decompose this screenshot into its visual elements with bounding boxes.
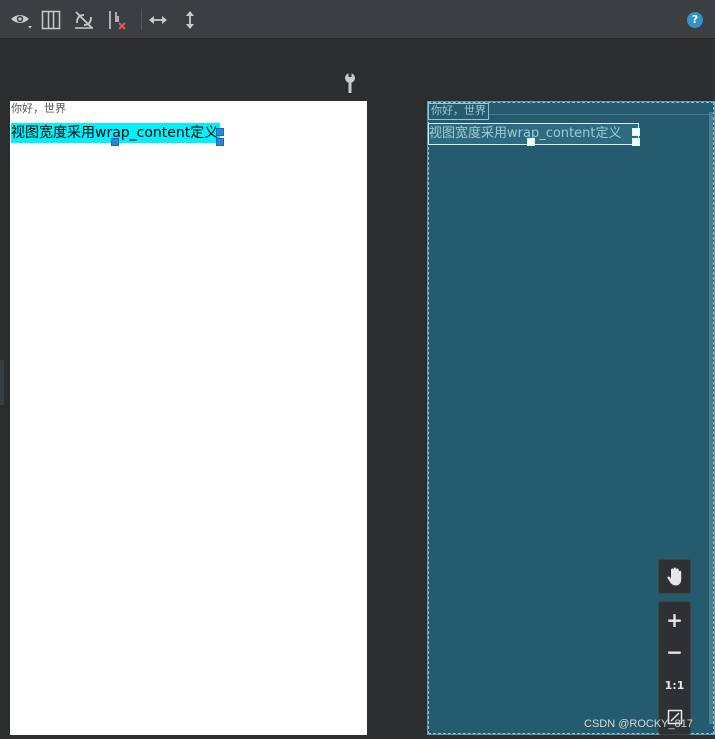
resize-handle-right[interactable] xyxy=(216,128,224,136)
design-surface[interactable]: 你好，世界 视图宽度采用wrap_content定义 xyxy=(10,101,367,735)
blueprint-resize-handle-right[interactable] xyxy=(632,128,640,136)
expand-horizontal-icon[interactable] xyxy=(146,8,170,32)
hand-icon xyxy=(666,567,681,585)
resize-handle-bottom[interactable] xyxy=(111,138,119,146)
hide-constraints-icon[interactable] xyxy=(72,8,96,32)
blueprint-guide-line xyxy=(488,114,715,115)
hello-world-textview[interactable]: 你好，世界 xyxy=(11,101,66,117)
blueprint-scrollbar[interactable] xyxy=(709,112,713,724)
eye-icon[interactable] xyxy=(9,8,33,32)
watermark: CSDN @ROCKY_817 xyxy=(584,718,693,730)
pan-button[interactable] xyxy=(658,559,691,594)
help-icon[interactable]: ? xyxy=(687,12,703,28)
blueprint-hello-world-textview[interactable]: 你好，世界 xyxy=(428,103,489,120)
blueprint-resize-handle-bottom[interactable] xyxy=(527,138,535,146)
blueprint-columns-icon[interactable] xyxy=(39,8,63,32)
zoom-out-button[interactable]: − xyxy=(659,637,690,667)
wrench-icon[interactable] xyxy=(342,72,358,94)
blueprint-resize-handle-bottom-right[interactable] xyxy=(632,138,640,146)
toolbar-separator xyxy=(141,9,142,30)
left-panel-edge[interactable] xyxy=(0,360,4,405)
actual-size-button[interactable]: 1:1 xyxy=(659,670,690,700)
layout-editor-toolbar: ? xyxy=(0,0,715,39)
zoom-in-button[interactable]: + xyxy=(659,605,690,635)
resize-handle-bottom-right[interactable] xyxy=(216,138,224,146)
expand-vertical-icon[interactable] xyxy=(178,8,202,32)
zoom-controls: + − 1:1 xyxy=(658,601,691,735)
clear-constraints-icon[interactable] xyxy=(106,8,130,32)
